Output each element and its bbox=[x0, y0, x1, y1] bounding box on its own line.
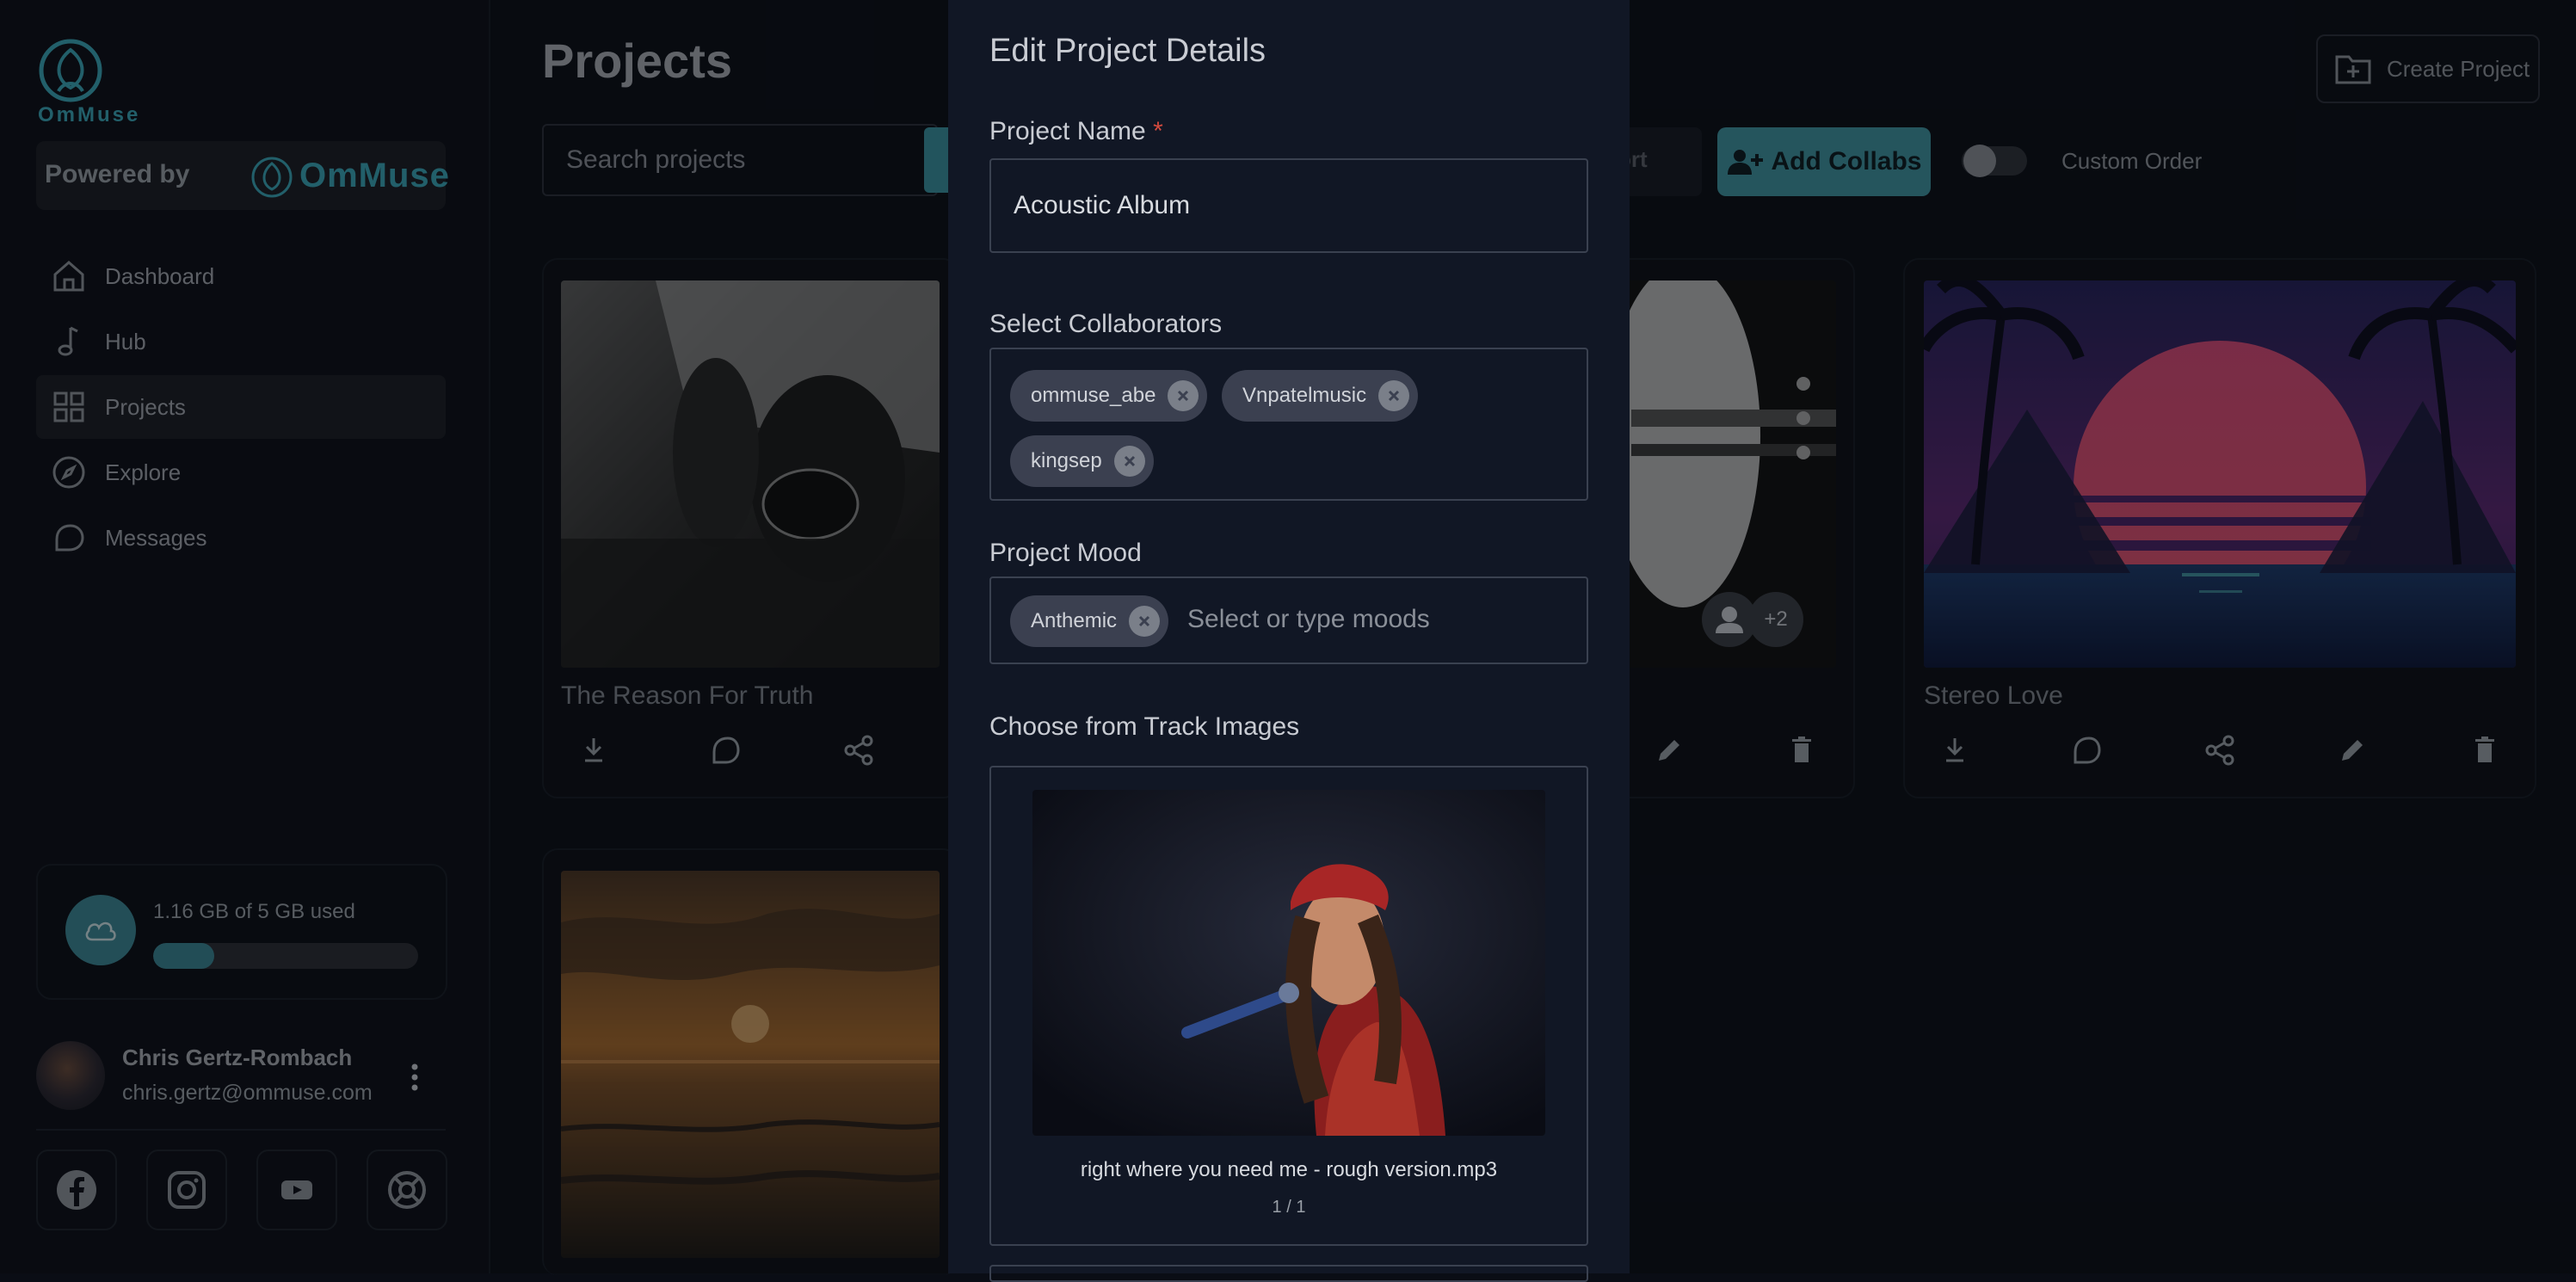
download-icon[interactable] bbox=[576, 733, 611, 767]
collaborators-select[interactable]: ommuse_abe Vnpatelmusic kingsep bbox=[989, 348, 1588, 501]
download-icon[interactable] bbox=[1938, 733, 1972, 767]
collaborator-more-badge[interactable]: +2 bbox=[1748, 592, 1803, 647]
sidebar-item-label: Messages bbox=[105, 524, 207, 551]
powered-by-banner: Powered by OmMuse bbox=[36, 141, 449, 210]
storage-usage-text: 1.16 GB of 5 GB used bbox=[153, 900, 355, 923]
project-title: The Reason For Truth bbox=[561, 681, 814, 710]
compass-icon bbox=[50, 453, 88, 491]
modal-title: Edit Project Details bbox=[989, 33, 1266, 69]
trash-icon[interactable] bbox=[1784, 733, 1819, 767]
project-cover-image[interactable] bbox=[1924, 280, 2516, 668]
user-email: chris.gertz@ommuse.com bbox=[122, 1081, 373, 1105]
youtube-icon[interactable] bbox=[256, 1149, 337, 1230]
remove-chip-icon[interactable] bbox=[1113, 446, 1145, 477]
search-button[interactable] bbox=[924, 127, 950, 193]
powered-by-label: Powered by bbox=[45, 160, 190, 188]
sidebar-item-messages[interactable]: Messages bbox=[36, 506, 446, 570]
track-image[interactable] bbox=[1032, 790, 1545, 1136]
collaborator-chip-label: ommuse_abe bbox=[1031, 384, 1156, 407]
project-cover-image[interactable] bbox=[561, 280, 940, 668]
music-note-icon bbox=[50, 323, 88, 361]
project-mood-select[interactable]: Anthemic bbox=[989, 576, 1588, 664]
sidebar-item-dashboard[interactable]: Dashboard bbox=[36, 244, 446, 308]
edit-project-modal: Edit Project Details Project Name * Sele… bbox=[948, 0, 1630, 1282]
create-project-button[interactable]: Create Project bbox=[2316, 34, 2540, 103]
project-mood-label: Project Mood bbox=[989, 539, 1142, 567]
user-name: Chris Gertz-Rombach bbox=[122, 1045, 353, 1070]
add-collabs-button[interactable]: Add Collabs bbox=[1717, 127, 1931, 196]
project-card[interactable]: Stereo Love bbox=[1903, 258, 2536, 798]
support-icon[interactable] bbox=[367, 1149, 447, 1230]
chat-icon[interactable] bbox=[709, 733, 743, 767]
project-name-label: Project Name * bbox=[989, 117, 1163, 146]
chat-icon[interactable] bbox=[2070, 733, 2105, 767]
create-project-label: Create Project bbox=[2387, 55, 2530, 82]
ommuse-logo-small bbox=[250, 155, 294, 200]
chat-icon bbox=[50, 519, 88, 557]
page-title: Projects bbox=[542, 34, 732, 88]
share-icon[interactable] bbox=[841, 733, 876, 767]
divider bbox=[36, 1129, 446, 1131]
project-card[interactable] bbox=[542, 848, 958, 1275]
collaborator-chip-label: Vnpatelmusic bbox=[1242, 384, 1367, 407]
remove-chip-icon[interactable] bbox=[1129, 606, 1161, 637]
facebook-icon[interactable] bbox=[36, 1149, 117, 1230]
sidebar-item-label: Explore bbox=[105, 459, 182, 485]
cloud-icon bbox=[65, 895, 136, 965]
collaborators-label: Select Collaborators bbox=[989, 310, 1223, 338]
track-file-name: right where you need me - rough version.… bbox=[1080, 1158, 1498, 1181]
project-card[interactable]: The Reason For Truth bbox=[542, 258, 958, 798]
sidebar-item-hub[interactable]: Hub bbox=[36, 310, 446, 373]
project-name-label-text: Project Name bbox=[989, 117, 1146, 145]
track-image-counter: 1 / 1 bbox=[1272, 1198, 1306, 1217]
project-cover-image[interactable] bbox=[561, 871, 940, 1258]
home-icon bbox=[50, 257, 88, 295]
sidebar-item-label: Projects bbox=[105, 393, 186, 420]
collaborator-chip[interactable]: kingsep bbox=[1010, 435, 1154, 487]
mood-chip-label: Anthemic bbox=[1031, 609, 1118, 632]
required-marker: * bbox=[1153, 117, 1163, 145]
track-image-picker: right where you need me - rough version.… bbox=[989, 766, 1588, 1246]
trash-icon[interactable] bbox=[2468, 733, 2502, 767]
custom-order-toggle-knob[interactable] bbox=[1963, 145, 1996, 177]
mood-input[interactable] bbox=[1186, 597, 1568, 642]
project-name-field[interactable] bbox=[989, 158, 1588, 253]
sidebar: OmMuse Powered by OmMuse Dashboard Hub P… bbox=[0, 0, 490, 1273]
share-icon[interactable] bbox=[2203, 733, 2237, 767]
edit-icon[interactable] bbox=[2335, 733, 2370, 767]
folder-plus-icon bbox=[2335, 53, 2371, 84]
storage-progress-fill bbox=[153, 943, 215, 969]
search-input[interactable] bbox=[542, 124, 938, 196]
collaborator-chip[interactable]: ommuse_abe bbox=[1010, 370, 1208, 422]
remove-chip-icon[interactable] bbox=[1378, 380, 1410, 411]
powered-by-brand: OmMuse bbox=[299, 157, 450, 194]
grid-icon bbox=[50, 388, 88, 426]
track-images-label: Choose from Track Images bbox=[989, 712, 1300, 741]
mood-chip[interactable]: Anthemic bbox=[1010, 595, 1169, 647]
sidebar-item-projects[interactable]: Projects bbox=[36, 375, 446, 439]
more-vertical-icon[interactable] bbox=[408, 1060, 422, 1094]
logo-wordmark: OmMuse bbox=[38, 103, 141, 126]
remove-chip-icon[interactable] bbox=[1168, 380, 1199, 411]
sidebar-item-label: Hub bbox=[105, 328, 146, 354]
add-user-icon bbox=[1726, 147, 1764, 176]
project-title: Stereo Love bbox=[1924, 681, 2063, 710]
sidebar-item-label: Dashboard bbox=[105, 262, 215, 289]
next-section-box bbox=[989, 1265, 1588, 1282]
collaborator-chip-label: kingsep bbox=[1031, 449, 1102, 472]
add-collabs-label: Add Collabs bbox=[1771, 147, 1922, 176]
collaborator-chip[interactable]: Vnpatelmusic bbox=[1222, 370, 1419, 422]
edit-icon[interactable] bbox=[1652, 733, 1686, 767]
sidebar-item-explore[interactable]: Explore bbox=[36, 441, 446, 504]
storage-progress-bar bbox=[153, 943, 418, 969]
instagram-icon[interactable] bbox=[146, 1149, 227, 1230]
storage-panel: 1.16 GB of 5 GB used bbox=[36, 864, 447, 1000]
custom-order-label: Custom Order bbox=[2061, 148, 2203, 174]
avatar[interactable] bbox=[36, 1041, 105, 1110]
